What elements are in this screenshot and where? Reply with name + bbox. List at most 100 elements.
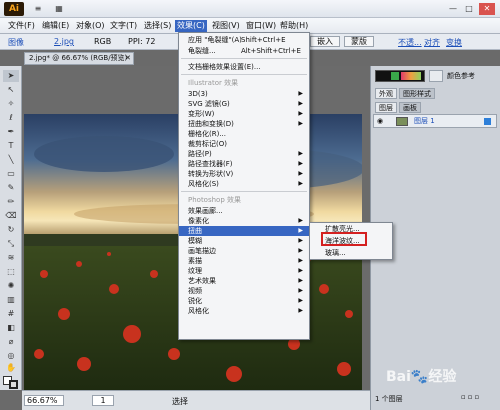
menu-item-convert-to-shape[interactable]: 转换为形状(V) ▶ (179, 169, 309, 179)
menu-view[interactable]: 视图(V) (210, 20, 242, 32)
mesh-tool-icon[interactable]: # (3, 308, 19, 320)
menu-item-stylize-ai[interactable]: 风格化(S) ▶ (179, 179, 309, 189)
menu-type[interactable]: 文字(T) (108, 20, 139, 32)
blend-tool-icon[interactable]: ◎ (3, 350, 19, 362)
type-tool-icon[interactable]: T (3, 140, 19, 152)
submenu-arrow-icon: ▶ (298, 297, 303, 304)
menu-object[interactable]: 对象(O) (74, 20, 107, 32)
rotate-tool-icon[interactable]: ↻ (3, 224, 19, 236)
item-label: 转换为形状(V) (188, 170, 234, 178)
lasso-tool-icon[interactable]: ℓ (3, 112, 19, 124)
line-tool-icon[interactable]: ╲ (3, 154, 19, 166)
stroke-swatch[interactable] (9, 380, 18, 389)
menu-item-effect-gallery[interactable]: 效果画廊... (179, 206, 309, 216)
hand-tool-icon[interactable]: ✋ (3, 362, 19, 374)
view-icon[interactable]: ▦ (50, 3, 68, 15)
zoom-field[interactable]: 66.67% (24, 395, 64, 406)
eyedropper-tool-icon[interactable]: ⌀ (3, 336, 19, 348)
direct-selection-tool-icon[interactable]: ↖ (3, 84, 19, 96)
tab-layers[interactable]: 图层 (375, 102, 397, 113)
eraser-tool-icon[interactable]: ⌫ (3, 210, 19, 222)
minimize-button[interactable]: — (446, 3, 460, 15)
menu-item-svg-filters[interactable]: SVG 滤镜(G) ▶ (179, 99, 309, 109)
colormode-label: RGB (94, 37, 112, 46)
color-swatch[interactable] (391, 72, 399, 80)
effects-menu-dropdown: 应用 "龟裂缝"(A) Shift+Ctrl+E 龟裂缝... Alt+Shift+… (178, 32, 310, 340)
free-transform-tool-icon[interactable]: ⬚ (3, 266, 19, 278)
close-button[interactable]: ✕ (479, 3, 495, 15)
menu-item-3d[interactable]: 3D(3) ▶ (179, 89, 309, 99)
restore-button[interactable]: □ (462, 3, 476, 15)
item-label: 艺术效果 (188, 277, 216, 285)
page-field[interactable]: 1 (92, 395, 114, 406)
item-label: 路径(P) (188, 150, 212, 158)
tab-appearance[interactable]: 外观 (375, 88, 397, 99)
tab-graphic-styles[interactable]: 图形样式 (399, 88, 435, 99)
gradient-tool-icon[interactable]: ◧ (3, 322, 19, 334)
graph-tool-icon[interactable]: ▥ (3, 294, 19, 306)
pen-tool-icon[interactable]: ✒ (3, 126, 19, 138)
paintbrush-tool-icon[interactable]: ✎ (3, 182, 19, 194)
menu-item-path[interactable]: 路径(P) ▶ (179, 149, 309, 159)
menu-item-sharpen[interactable]: 锐化 ▶ (179, 296, 309, 306)
menu-item-pixelate[interactable]: 像素化 ▶ (179, 216, 309, 226)
layer-row[interactable]: ◉ 图层 1 (373, 114, 497, 128)
color-guide-tab[interactable]: 颜色参考 (447, 70, 497, 82)
menu-item-pathfinder[interactable]: 路径查找器(F) ▶ (179, 159, 309, 169)
scale-tool-icon[interactable]: ⤡ (3, 238, 19, 250)
menu-item-texture[interactable]: 纹理 ▶ (179, 266, 309, 276)
layer-name[interactable]: 图层 1 (414, 116, 435, 126)
color-swatch[interactable] (401, 72, 421, 80)
mask-button[interactable]: 蒙版 (344, 36, 374, 47)
menu-item-crop-marks[interactable]: 裁剪标记(O) (179, 139, 309, 149)
menu-item-brush-strokes[interactable]: 画笔描边 ▶ (179, 246, 309, 256)
transform-link[interactable]: 变换 (446, 37, 462, 48)
last-effect-label: 龟裂缝... (188, 47, 216, 55)
selection-tool-icon[interactable]: ➤ (3, 70, 19, 82)
menu-help[interactable]: 帮助(H) (278, 20, 310, 32)
menu-item-sketch[interactable]: 素描 ▶ (179, 256, 309, 266)
magic-wand-tool-icon[interactable]: ✧ (3, 98, 19, 110)
menu-item-distort[interactable]: 扭曲 ▶ (179, 226, 309, 236)
app-logo: Ai (4, 2, 24, 16)
rectangle-tool-icon[interactable]: ▭ (3, 168, 19, 180)
visibility-eye-icon[interactable]: ◉ (377, 117, 383, 125)
pencil-tool-icon[interactable]: ✏ (3, 196, 19, 208)
submenu-arrow-icon: ▶ (298, 257, 303, 264)
menu-item-rasterize[interactable]: 栅格化(R)... (179, 129, 309, 139)
menu-select[interactable]: 选择(S) (142, 20, 173, 32)
menu-item-blur[interactable]: 模糊 ▶ (179, 236, 309, 246)
menu-effect[interactable]: 效果(C) (175, 20, 207, 32)
submenu-arrow-icon: ▶ (298, 277, 303, 284)
warp-tool-icon[interactable]: ≋ (3, 252, 19, 264)
embed-button[interactable]: 嵌入 (310, 36, 340, 47)
menu-item-last-effect[interactable]: 龟裂缝... Alt+Shift+Ctrl+E (179, 46, 309, 56)
symbol-sprayer-tool-icon[interactable]: ✺ (3, 280, 19, 292)
document-tab[interactable]: 2.jpg* @ 66.67% (RGB/预览) ✕ (24, 52, 134, 65)
filename-link[interactable]: 2.jpg (54, 37, 74, 46)
item-label: 扭曲和变换(D) (188, 120, 234, 128)
tab-artboards[interactable]: 画板 (399, 102, 421, 113)
swatches-icon[interactable] (429, 70, 443, 82)
submenu-item-glass[interactable]: 玻璃... (310, 248, 392, 259)
photoshop-effects-header: Photoshop 效果 (188, 196, 242, 204)
menu-item-stylize-ps[interactable]: 风格化 ▶ (179, 306, 309, 316)
menu-edit[interactable]: 编辑(E) (40, 20, 71, 32)
align-link[interactable]: 对齐 (424, 37, 440, 48)
layer-actions-icons[interactable]: ▫▫▫ (461, 393, 481, 401)
menu-window[interactable]: 窗口(W) (244, 20, 278, 32)
menu-item-artistic[interactable]: 艺术效果 ▶ (179, 276, 309, 286)
item-label: 变形(W) (188, 110, 215, 118)
menu-item-distort-transform[interactable]: 扭曲和变换(D) ▶ (179, 119, 309, 129)
layer-color-indicator (484, 118, 491, 125)
item-label: 路径查找器(F) (188, 160, 233, 168)
close-tab-icon[interactable]: ✕ (125, 53, 131, 64)
brush-icon[interactable]: ≡ (30, 3, 46, 15)
submenu-arrow-icon: ▶ (298, 110, 303, 117)
menu-item-video[interactable]: 视频 ▶ (179, 286, 309, 296)
menu-file[interactable]: 文件(F) (6, 20, 37, 32)
opacity-link[interactable]: 不透... (398, 37, 422, 48)
menu-item-warp[interactable]: 变形(W) ▶ (179, 109, 309, 119)
menu-item-raster-settings[interactable]: 文档栅格效果设置(E)... (179, 62, 309, 72)
menu-item-apply-last[interactable]: 应用 "龟裂缝"(A) Shift+Ctrl+E (179, 35, 309, 45)
